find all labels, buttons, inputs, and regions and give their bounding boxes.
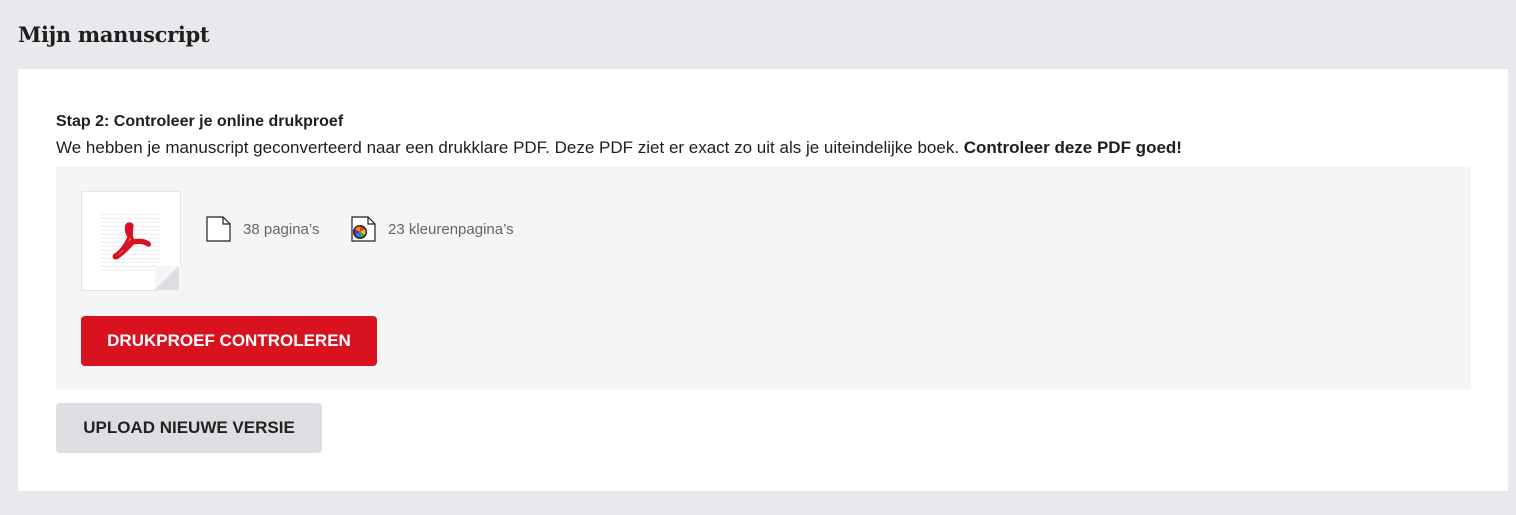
step-description-emphasis: Controleer deze PDF goed! [963, 138, 1182, 157]
page-icon [206, 216, 231, 242]
page-count: 38 pagina’s [205, 216, 319, 242]
step-description-text: We hebben je manuscript geconverteerd na… [56, 138, 964, 157]
page-fold [155, 266, 179, 290]
page-title: Mijn manuscript [18, 22, 210, 47]
check-proof-button[interactable]: DRUKPROEF CONTROLEREN [81, 316, 377, 366]
acrobat-icon [112, 222, 151, 260]
upload-new-version-button[interactable]: UPLOAD NIEUWE VERSIE [56, 403, 322, 453]
page-count-label: 38 pagina’s [243, 220, 320, 238]
step-description: We hebben je manuscript geconverteerd na… [56, 138, 1182, 158]
step-title: Stap 2: Controleer je online drukproef [56, 113, 344, 130]
manuscript-card: Stap 2: Controleer je online drukproef W… [18, 69, 1508, 491]
color-page-count: 23 kleurenpagina’s [350, 216, 514, 242]
color-page-icon [351, 216, 376, 242]
color-page-count-label: 23 kleurenpagina’s [388, 220, 514, 238]
proof-panel: 38 pagina’s 23 kleurenpagina’s DRUKPROEF… [56, 166, 1471, 389]
